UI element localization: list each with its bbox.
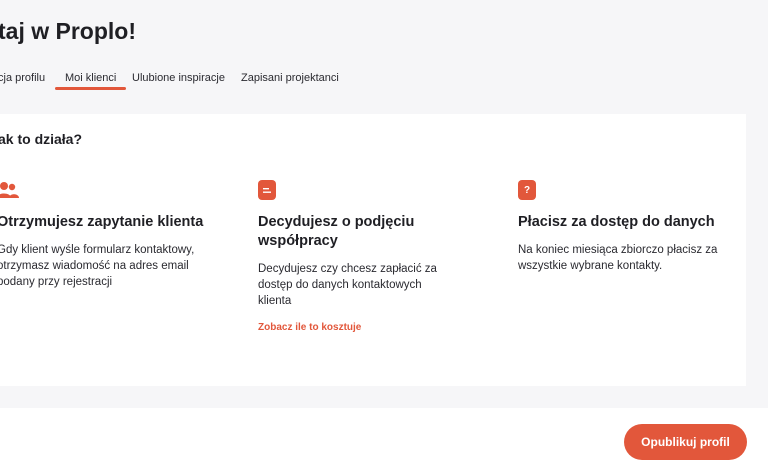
page-title: taj w Proplo! xyxy=(0,18,136,44)
step-decide-cooperation: Decydujesz o podjęciu współpracy Decyduj… xyxy=(258,180,458,333)
tab-moi-klienci[interactable]: Moi klienci xyxy=(54,72,127,90)
question-bubble-icon: ? xyxy=(518,180,536,200)
publish-profile-button[interactable]: Opublikuj profil xyxy=(624,424,747,460)
step-description: Gdy klient wyśle formularz kontaktowy, o… xyxy=(0,244,195,288)
step-description: Decydujesz czy chcesz zapłacić za dostęp… xyxy=(258,263,437,307)
tab-zapisani-projektanci[interactable]: Zapisani projektanci xyxy=(241,72,339,90)
pricing-link[interactable]: Zobacz ile to kosztuje xyxy=(258,322,458,333)
step-heading: Decydujesz o podjęciu współpracy xyxy=(258,214,415,249)
step-description: Na koniec miesiąca zbiorczo płacisz za w… xyxy=(518,244,718,272)
how-it-works-title: ak to działa? xyxy=(0,131,83,147)
step-pay-for-data: ? Płacisz za dostęp do danych Na koniec … xyxy=(518,180,738,274)
footer-bar: Opublikuj profil xyxy=(0,408,768,475)
how-it-works-card: ak to działa? Otrzymujesz zapytanie klie… xyxy=(0,114,746,386)
tab-edycja-profilu[interactable]: cja profilu xyxy=(0,72,45,90)
step-heading: Płacisz za dostęp do danych xyxy=(518,214,715,230)
tab-bar: cja profilu Moi klienci Ulubione inspira… xyxy=(0,72,768,96)
users-icon xyxy=(0,180,19,200)
document-icon xyxy=(258,180,276,200)
step-client-inquiry: Otrzymujesz zapytanie klienta Gdy klient… xyxy=(0,180,217,290)
tab-ulubione-inspiracje[interactable]: Ulubione inspiracje xyxy=(132,72,225,90)
step-heading: Otrzymujesz zapytanie klienta xyxy=(0,214,204,230)
